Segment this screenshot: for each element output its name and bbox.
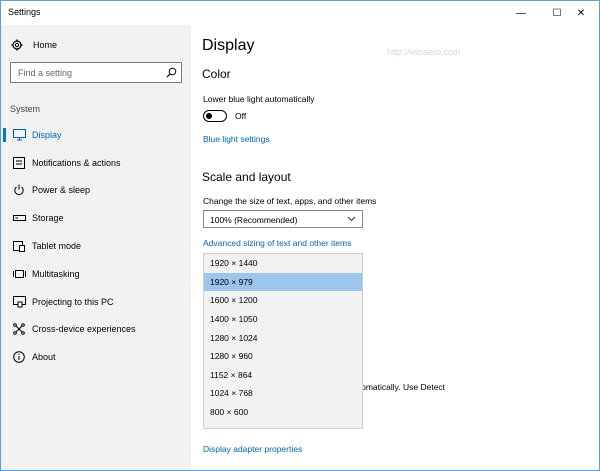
sidebar-item-label: Display bbox=[32, 129, 62, 140]
home-label: Home bbox=[33, 40, 58, 50]
scale-layout-heading: Scale and layout bbox=[202, 170, 291, 184]
power-icon bbox=[12, 183, 26, 197]
page-title: Display bbox=[202, 37, 255, 54]
section-label: System bbox=[10, 104, 41, 114]
sidebar-item-projecting[interactable]: Projecting to this PC bbox=[1, 288, 191, 316]
color-heading: Color bbox=[202, 67, 231, 81]
about-icon bbox=[12, 350, 26, 364]
settings-window: Settings — ☐ ✕ Home Find a setting Syste… bbox=[0, 0, 600, 471]
title-bar[interactable]: Settings — ☐ ✕ bbox=[1, 1, 599, 25]
sidebar-item-label: Storage bbox=[32, 213, 64, 224]
watermark-text: http://winaero.com bbox=[387, 47, 461, 57]
sidebar: Home Find a setting System Display Notif bbox=[1, 25, 191, 470]
main-content: Display Color Lower blue light automatic… bbox=[191, 25, 599, 470]
resolution-option[interactable]: 1024 × 768 bbox=[204, 384, 362, 403]
sidebar-item-label: Cross-device experiences bbox=[32, 324, 136, 335]
sidebar-item-label: Tablet mode bbox=[32, 241, 82, 252]
sidebar-item-label: Multitasking bbox=[32, 268, 80, 279]
lower-blue-light-toggle[interactable] bbox=[203, 110, 227, 122]
resolution-dropdown-list[interactable]: 1920 × 1440 1920 × 979 1600 × 1200 1400 … bbox=[203, 253, 363, 429]
sidebar-item-multitasking[interactable]: Multitasking bbox=[1, 260, 191, 288]
minimize-button[interactable]: — bbox=[501, 1, 541, 25]
notifications-icon bbox=[12, 156, 26, 170]
sidebar-item-tablet-mode[interactable]: Tablet mode bbox=[1, 232, 191, 260]
resolution-option[interactable]: 1280 × 960 bbox=[204, 347, 362, 366]
sidebar-item-notifications[interactable]: Notifications & actions bbox=[1, 149, 191, 177]
lower-blue-light-label: Lower blue light automatically bbox=[203, 94, 315, 104]
resolution-option[interactable]: 1400 × 1050 bbox=[204, 310, 362, 329]
cross-device-icon bbox=[12, 322, 26, 336]
gear-icon bbox=[11, 39, 23, 51]
multitasking-icon bbox=[12, 267, 26, 281]
sidebar-item-label: About bbox=[32, 352, 56, 363]
sidebar-item-storage[interactable]: Storage bbox=[1, 204, 191, 232]
search-input[interactable]: Find a setting bbox=[18, 68, 72, 78]
projecting-icon bbox=[12, 295, 26, 309]
chevron-down-icon bbox=[347, 216, 356, 222]
tablet-mode-icon bbox=[12, 239, 26, 253]
sidebar-item-label: Notifications & actions bbox=[32, 157, 121, 168]
obscured-text: utomatically. Use Detect bbox=[354, 382, 446, 392]
toggle-knob bbox=[206, 112, 212, 119]
sidebar-item-label: Projecting to this PC bbox=[32, 296, 114, 307]
resolution-option-selected[interactable]: 1920 × 979 bbox=[204, 272, 362, 292]
sidebar-item-cross-device[interactable]: Cross-device experiences bbox=[1, 316, 191, 344]
change-size-label: Change the size of text, apps, and other… bbox=[203, 196, 377, 206]
blue-light-settings-link[interactable]: Blue light settings bbox=[203, 134, 270, 144]
scale-dropdown[interactable]: 100% (Recommended) bbox=[203, 210, 363, 228]
window-title: Settings bbox=[8, 7, 41, 17]
home-nav-item[interactable]: Home bbox=[11, 37, 57, 53]
sidebar-item-display[interactable]: Display bbox=[1, 121, 191, 149]
resolution-option[interactable]: 1920 × 1440 bbox=[204, 254, 362, 273]
resolution-option[interactable]: 1152 × 864 bbox=[204, 366, 362, 385]
sidebar-nav: Display Notifications & actions Power & … bbox=[1, 121, 191, 371]
sidebar-item-label: Power & sleep bbox=[32, 185, 91, 196]
resolution-option[interactable]: 1280 × 1024 bbox=[204, 328, 362, 347]
display-icon bbox=[12, 128, 26, 142]
sidebar-item-about[interactable]: About bbox=[1, 343, 191, 371]
sidebar-item-power-sleep[interactable]: Power & sleep bbox=[1, 177, 191, 205]
toggle-state-label: Off bbox=[235, 111, 247, 121]
resolution-option[interactable]: 1600 × 1200 bbox=[204, 291, 362, 310]
storage-icon bbox=[12, 211, 26, 225]
display-adapter-properties-link[interactable]: Display adapter properties bbox=[203, 444, 302, 454]
search-box[interactable]: Find a setting bbox=[10, 62, 182, 83]
scale-dropdown-value: 100% (Recommended) bbox=[210, 215, 298, 225]
close-button[interactable]: ✕ bbox=[563, 1, 599, 25]
resolution-option[interactable]: 800 × 600 bbox=[204, 403, 362, 422]
search-icon[interactable] bbox=[166, 67, 177, 78]
advanced-sizing-link[interactable]: Advanced sizing of text and other items bbox=[203, 238, 351, 248]
